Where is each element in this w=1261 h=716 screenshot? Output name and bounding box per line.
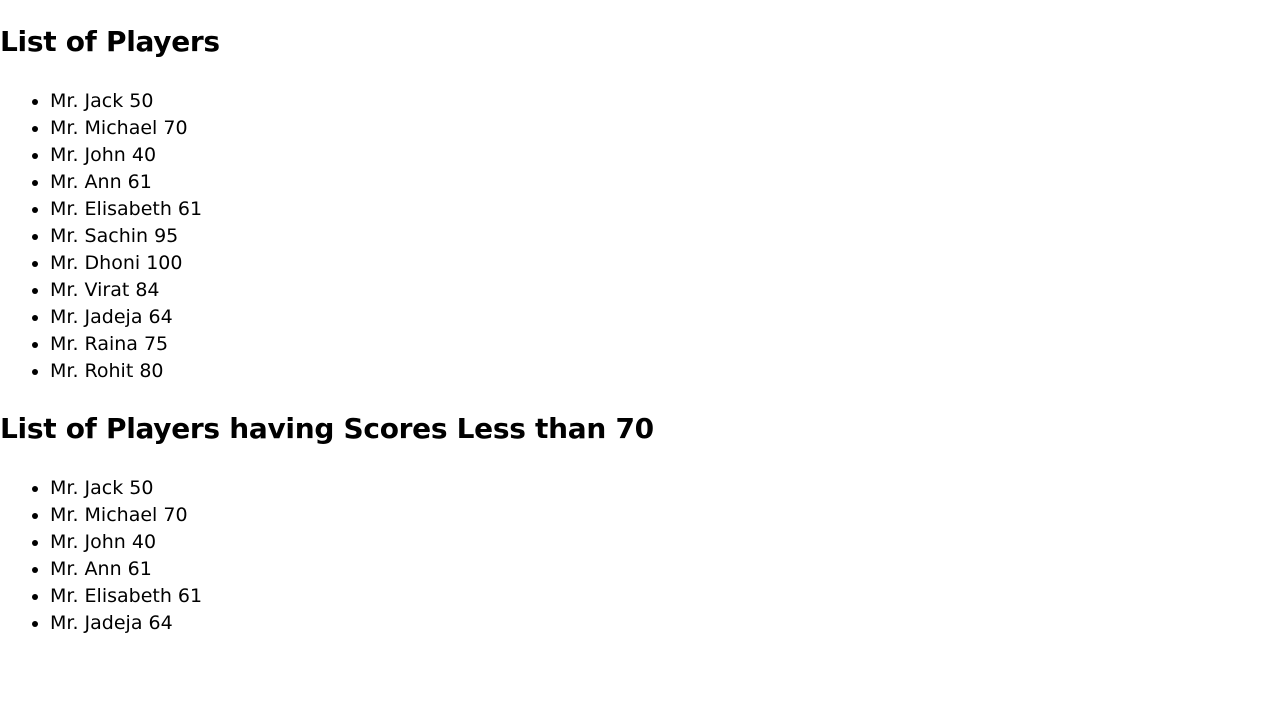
players-list: Mr. Jack 50 Mr. Michael 70 Mr. John 40 M… (0, 88, 202, 385)
list-item: Mr. Ann 61 (50, 169, 202, 196)
list-item: Mr. John 40 (50, 529, 202, 556)
filtered-players-heading: List of Players having Scores Less than … (0, 412, 654, 445)
list-item: Mr. Michael 70 (50, 115, 202, 142)
list-item: Mr. Michael 70 (50, 502, 202, 529)
players-heading: List of Players (0, 25, 220, 58)
list-item: Mr. Elisabeth 61 (50, 196, 202, 223)
list-item: Mr. Jadeja 64 (50, 610, 202, 637)
list-item: Mr. Sachin 95 (50, 223, 202, 250)
list-item: Mr. Dhoni 100 (50, 250, 202, 277)
filtered-players-list: Mr. Jack 50 Mr. Michael 70 Mr. John 40 M… (0, 475, 202, 637)
list-item: Mr. Jadeja 64 (50, 304, 202, 331)
list-item: Mr. Ann 61 (50, 556, 202, 583)
list-item: Mr. Jack 50 (50, 475, 202, 502)
list-item: Mr. Rohit 80 (50, 358, 202, 385)
list-item: Mr. Virat 84 (50, 277, 202, 304)
list-item: Mr. John 40 (50, 142, 202, 169)
list-item: Mr. Raina 75 (50, 331, 202, 358)
list-item: Mr. Jack 50 (50, 88, 202, 115)
list-item: Mr. Elisabeth 61 (50, 583, 202, 610)
